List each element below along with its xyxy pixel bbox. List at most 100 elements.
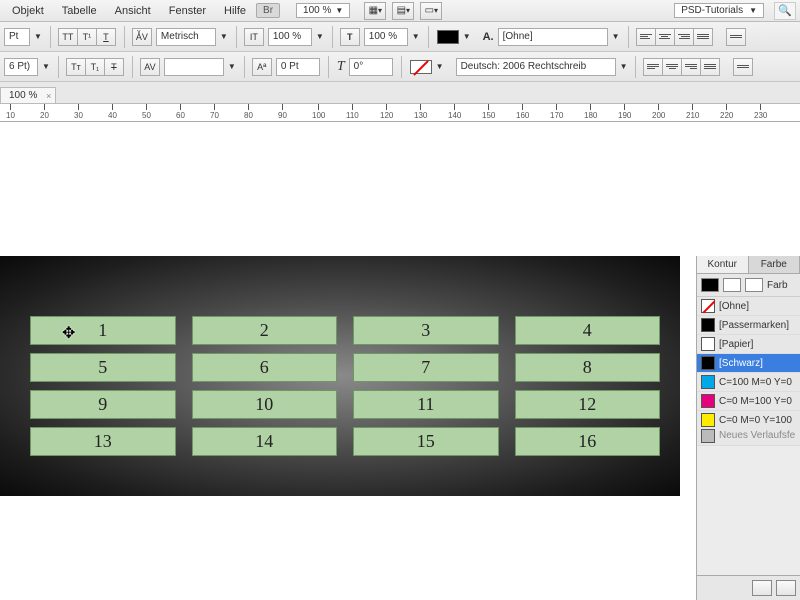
zoom-select[interactable]: 100 %▼ [296,3,350,18]
smallcaps-button[interactable]: Tᴛ [66,58,86,76]
stroke-swatch[interactable] [410,60,432,74]
panel-tabs: Kontur Farbe [697,256,800,274]
grid-cell[interactable]: 16 [515,427,661,456]
swatch-row[interactable]: C=0 M=0 Y=100 [697,411,800,427]
ruler-tick: 100 [312,104,325,120]
text-icon[interactable] [745,278,763,292]
search-icon[interactable]: 🔍 [774,2,796,20]
grid-cell[interactable]: 15 [353,427,499,456]
swatch-row[interactable]: C=0 M=100 Y=0 [697,392,800,411]
justify-right-button[interactable] [681,58,701,76]
delete-swatch-button[interactable] [776,580,796,596]
menu-fenster[interactable]: Fenster [161,3,214,19]
align-right-button[interactable] [674,28,694,46]
swatch-row[interactable]: [Ohne] [697,297,800,316]
grid-cell[interactable]: 13 [30,427,176,456]
menu-ansicht[interactable]: Ansicht [107,3,159,19]
swatch-icon [701,413,715,427]
ruler-tick: 110 [346,104,359,120]
ruler-tick: 210 [686,104,699,120]
vscale-field[interactable]: 100 % [268,28,312,46]
grid-cell[interactable]: 1 [30,316,176,345]
grid-cell[interactable]: 7 [353,353,499,382]
ruler-tick: 10 [6,104,15,120]
ruler-tick: 160 [516,104,529,120]
justify-all-button[interactable] [700,58,720,76]
swatch-icon [701,356,715,370]
close-icon[interactable]: × [46,91,51,101]
grid-cell[interactable]: 9 [30,390,176,419]
swatch-label: [Schwarz] [719,358,763,369]
fill-indicator-icon[interactable] [701,278,719,292]
indent-button[interactable] [726,28,746,46]
charstyle-field[interactable]: [Ohne] [498,28,608,46]
new-swatch-button[interactable] [752,580,772,596]
tab-kontur[interactable]: Kontur [697,256,749,273]
swatch-icon [701,429,715,443]
swatch-label: [Passermarken] [719,320,789,331]
skew-field[interactable]: 0° [349,58,393,76]
justify-center-button[interactable] [662,58,682,76]
font-size-field[interactable]: Pt [4,28,30,46]
swatch-list[interactable]: [Ohne] [Passermarken] [Papier] [Schwarz] C=1… [697,297,800,427]
bridge-button[interactable]: Br [256,3,280,18]
work-area: 12345678910111213141516 ✥ Kontur Farbe F… [0,122,800,600]
canvas[interactable]: 12345678910111213141516 ✥ [0,256,680,496]
strike-button[interactable]: T [104,58,124,76]
menu-tabelle[interactable]: Tabelle [54,3,105,19]
ruler-tick: 200 [652,104,665,120]
swatch-label: C=100 M=0 Y=0 [719,377,792,388]
hscale-icon: T [340,28,360,46]
menu-hilfe[interactable]: Hilfe [216,3,254,19]
view-options-icon[interactable]: ▭▾ [420,2,442,20]
horizontal-ruler[interactable]: 1020304050607080901001101201301401501601… [0,104,800,122]
control-bar-1: Pt▼ TT T¹ T AͮV Metrisch▼ IT 100 %▼ T 10… [0,22,800,52]
fill-swatch[interactable] [437,30,459,44]
grid-cell[interactable]: 4 [515,316,661,345]
menu-objekt[interactable]: Objekt [4,3,52,19]
document-tab[interactable]: 100 % × [0,87,56,103]
new-swatch-row[interactable]: Neues Verlaufsfe [697,427,800,446]
chevron-down-icon: ▼ [749,6,757,15]
align-left-button[interactable] [636,28,656,46]
swatch-row[interactable]: [Passermarken] [697,316,800,335]
baseline-field[interactable]: 0 Pt [276,58,320,76]
grid-cell[interactable]: 11 [353,390,499,419]
outdent-button[interactable] [733,58,753,76]
screen-mode-icon[interactable]: ▦▾ [364,2,386,20]
grid-cell[interactable]: 2 [192,316,338,345]
workspace-select[interactable]: PSD-Tutorials▼ [674,3,764,18]
justify-button[interactable] [693,28,713,46]
superscript-button[interactable]: T¹ [77,28,97,46]
kerning-field[interactable]: Metrisch [156,28,216,46]
ruler-tick: 190 [618,104,631,120]
grid-cell[interactable]: 6 [192,353,338,382]
justify-left-button[interactable] [643,58,663,76]
hscale-field[interactable]: 100 % [364,28,408,46]
grid-cell[interactable]: 14 [192,427,338,456]
swatch-label: [Papier] [719,339,753,350]
subscript-button[interactable]: T₁ [85,58,105,76]
swatch-icon [701,394,715,408]
grid-cell[interactable]: 3 [353,316,499,345]
allcaps-button[interactable]: TT [58,28,78,46]
grid-cell[interactable]: 5 [30,353,176,382]
tracking-field[interactable] [164,58,224,76]
leading-field[interactable]: 6 Pt) [4,58,38,76]
grid-cell[interactable]: 8 [515,353,661,382]
align-center-button[interactable] [655,28,675,46]
grid-cell[interactable]: 10 [192,390,338,419]
container-icon[interactable] [723,278,741,292]
swatch-row[interactable]: [Papier] [697,335,800,354]
arrange-icon[interactable]: ▤▾ [392,2,414,20]
baseline-icon: Aª [252,58,272,76]
underline-button[interactable]: T [96,28,116,46]
language-field[interactable]: Deutsch: 2006 Rechtschreib [456,58,616,76]
ruler-tick: 40 [108,104,117,120]
swatch-label: C=0 M=0 Y=100 [719,415,792,426]
swatch-row[interactable]: [Schwarz] [697,354,800,373]
tab-farbe[interactable]: Farbe [749,256,800,273]
swatch-row[interactable]: C=100 M=0 Y=0 [697,373,800,392]
grid-cell[interactable]: 12 [515,390,661,419]
document-tab-label: 100 % [9,90,37,101]
